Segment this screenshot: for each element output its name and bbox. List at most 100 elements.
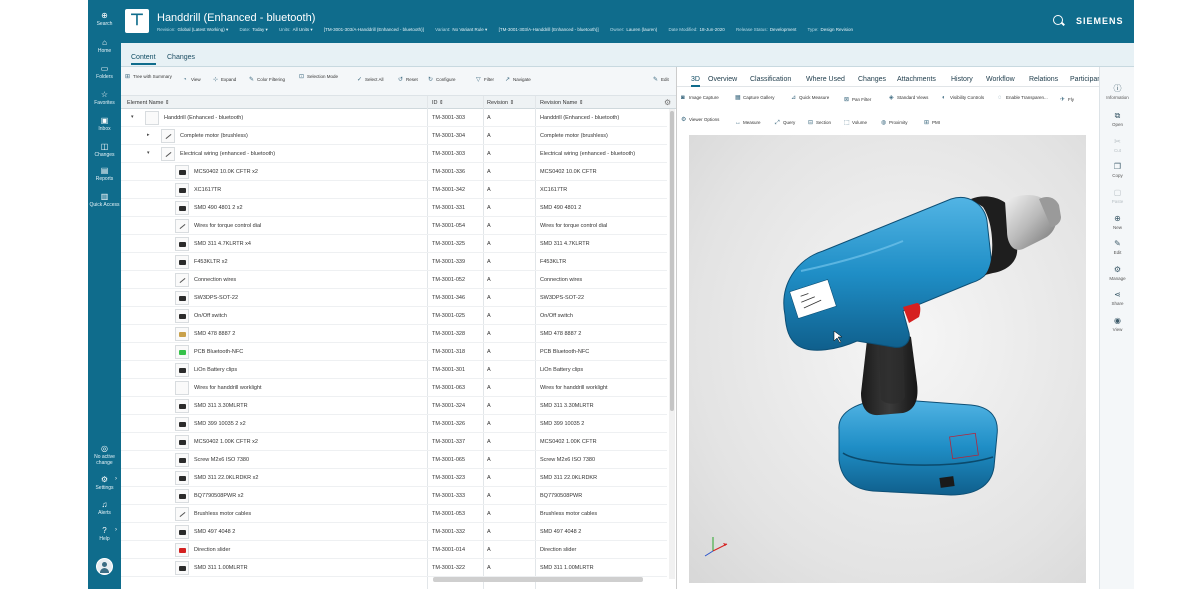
table-row[interactable]: SMD 497 4048 2 TM-3001-332 A SMD 497 4048 2: [121, 523, 667, 541]
copy-button[interactable]: ❐ Copy: [1100, 162, 1134, 178]
table-row[interactable]: Direction slider TM-3001-014 A Direction sl…: [121, 541, 667, 559]
header-revision-name[interactable]: Revision Name ⇕: [540, 100, 583, 106]
expand-toggle-icon[interactable]: ▸: [147, 132, 150, 138]
table-row[interactable]: SMD 490 4801 2 x2 TM-3001-331 A SMD 490 480…: [121, 199, 667, 217]
vertical-scrollbar[interactable]: [669, 109, 675, 579]
table-row[interactable]: PCB Bluetooth-NFC TM-3001-318 A PCB Bluetoo…: [121, 343, 667, 361]
cut-button[interactable]: ✂ Cut: [1100, 137, 1134, 153]
tab-3d[interactable]: 3D: [691, 76, 700, 87]
table-row[interactable]: Brushless motor cables TM-3001-053 A Brushl…: [121, 505, 667, 523]
settings-icon[interactable]: ⚙: [664, 98, 671, 107]
table-row[interactable]: ▾ Handdrill (Enhanced - bluetooth) TM-3001…: [121, 109, 667, 127]
table-row[interactable]: MCS0402 10.0K CFTR x2 TM-3001-336 A MCS0402…: [121, 163, 667, 181]
nav-quick-access[interactable]: ▥ Quick Access: [88, 192, 121, 208]
information-button[interactable]: ⓘ Information: [1100, 84, 1134, 100]
table-row[interactable]: Wires for torque control dial TM-3001-054…: [121, 217, 667, 235]
table-row[interactable]: SMD 311 22.0KLRDKR x2 TM-3001-323 A SMD 311…: [121, 469, 667, 487]
configure-button[interactable]: ↻ Configure: [428, 77, 456, 83]
table-row[interactable]: Wires for handdrill worklight TM-3001-063…: [121, 379, 667, 397]
standard-views-button[interactable]: ◈ Standard Views: [889, 95, 928, 101]
volume-button[interactable]: ⬚ Volume: [844, 120, 867, 126]
new-button[interactable]: ⊕ New: [1100, 214, 1134, 230]
nav-search[interactable]: ⊕ Search: [88, 11, 121, 27]
fly-button[interactable]: ✈ Fly: [1060, 97, 1074, 103]
tree-with-summary-button[interactable]: ⊞ Tree with Summary: [125, 74, 172, 80]
meta-revision[interactable]: Revision: Global (Latest Working) ▾: [157, 27, 228, 32]
table-row[interactable]: SMD 478 8887 2 TM-3001-328 A SMD 478 8887 2: [121, 325, 667, 343]
horizontal-scrollbar[interactable]: [433, 577, 643, 582]
table-row[interactable]: Screw M2x6 ISO 7380 TM-3001-065 A Screw M2x…: [121, 451, 667, 469]
table-row[interactable]: ▾ Electrical wiring (enhanced - bluetooth…: [121, 145, 667, 163]
tab-history[interactable]: History: [951, 76, 973, 83]
quick-measure-button[interactable]: ⊿ Quick Measure: [791, 95, 829, 101]
nav-inbox[interactable]: ▣ Inbox: [88, 116, 121, 132]
meta-date[interactable]: Date: Today ▾: [239, 27, 267, 32]
share-button[interactable]: ⋖ Share: [1100, 290, 1134, 306]
manage-button[interactable]: ⚙ Manage: [1100, 265, 1134, 281]
reset-button[interactable]: ↺ Reset: [398, 77, 418, 83]
query-button[interactable]: ⤢ Query: [775, 120, 795, 126]
table-row[interactable]: SMD 311 1.00MLRTR TM-3001-322 A SMD 311 1.0…: [121, 559, 667, 577]
table-row[interactable]: On/Off switch TM-3001-025 A On/Off switch: [121, 307, 667, 325]
tab-classification[interactable]: Classification: [750, 76, 791, 83]
viewer-options-button[interactable]: ⚙ Viewer Options: [681, 117, 719, 123]
meta-units[interactable]: Units: All Units ▾: [279, 27, 313, 32]
pmi-button[interactable]: ⊞ PMI: [924, 120, 940, 126]
visibility-controls-button[interactable]: ◐ Visibility Controls: [942, 95, 984, 101]
selection-mode-button[interactable]: ⊡ Selection Mode: [299, 74, 338, 80]
enable-transparency-button[interactable]: ◌ Enable Transparen...: [998, 95, 1048, 101]
tab-relations[interactable]: Relations: [1029, 76, 1058, 83]
table-row[interactable]: ▸ Complete motor (brushless) TM-3001-304 A C…: [121, 127, 667, 145]
tab-changes-detail[interactable]: Changes: [858, 76, 886, 83]
tab-content[interactable]: Content: [131, 54, 156, 65]
nav-home[interactable]: ⌂ Home: [88, 38, 121, 54]
tab-overview[interactable]: Overview: [708, 76, 737, 83]
meta-variant[interactable]: Variant: No Variant Rule ▾: [435, 27, 487, 32]
table-row[interactable]: LiOn Battery clips TM-3001-301 A LiOn Batte…: [121, 361, 667, 379]
navigate-button[interactable]: ↗ Navigate: [505, 77, 531, 83]
image-capture-button[interactable]: ◙ Image Capture: [681, 95, 719, 101]
search-icon[interactable]: [1053, 15, 1063, 25]
tab-changes[interactable]: Changes: [167, 54, 195, 61]
header-element-name[interactable]: Element Name ⇕: [127, 100, 170, 106]
nav-no-active-change[interactable]: ◎ No active change: [88, 444, 121, 466]
table-row[interactable]: SMD 311 4.7KLRTR x4 TM-3001-325 A SMD 311 4…: [121, 235, 667, 253]
nav-favorites[interactable]: ☆ Favorites: [88, 90, 121, 106]
table-row[interactable]: SW3DPS-SOT-22 TM-3001-346 A SW3DPS-SOT-22: [121, 289, 667, 307]
table-row[interactable]: F453KLTR x2 TM-3001-339 A F453KLTR: [121, 253, 667, 271]
capture-gallery-button[interactable]: ▦ Capture Gallery: [735, 95, 775, 101]
nav-changes[interactable]: ◫ Changes: [88, 142, 121, 158]
proximity-button[interactable]: ◍ Proximity: [881, 120, 908, 126]
expand-toggle-icon[interactable]: ▾: [147, 150, 150, 156]
tab-attachments[interactable]: Attachments: [897, 76, 936, 83]
header-revision[interactable]: Revision ⇕: [487, 100, 514, 106]
expand-toggle-icon[interactable]: ▾: [131, 114, 134, 120]
table-row[interactable]: BQ7790508PWR x2 TM-3001-333 A BQ7790508PWR: [121, 487, 667, 505]
expand-button[interactable]: ⊹ Expand: [213, 77, 236, 83]
paste-button[interactable]: ▢ Paste: [1100, 188, 1134, 204]
filter-button[interactable]: ▽ Filter: [476, 77, 494, 83]
edit-button[interactable]: ✎ Edit: [653, 77, 669, 83]
view-action-button[interactable]: ◉ View: [1100, 316, 1134, 332]
nav-reports[interactable]: ▤ Reports: [88, 166, 121, 182]
select-all-button[interactable]: ✓ Select All: [357, 77, 384, 83]
table-row[interactable]: SMD 311 3.30MLRTR TM-3001-324 A SMD 311 3.3…: [121, 397, 667, 415]
scrollbar-thumb[interactable]: [670, 111, 674, 411]
header-id[interactable]: ID ⇕: [432, 100, 444, 106]
open-button[interactable]: ⧉ Open: [1100, 111, 1134, 127]
nav-folders[interactable]: ▭ Folders: [88, 64, 121, 80]
tab-where-used[interactable]: Where Used: [806, 76, 845, 83]
table-row[interactable]: SMD 399 10035 2 x2 TM-3001-326 A SMD 399 10…: [121, 415, 667, 433]
section-button[interactable]: ⊟ Section: [808, 120, 831, 126]
tab-workflow[interactable]: Workflow: [986, 76, 1015, 83]
table-row[interactable]: XC1617TR TM-3001-342 A XC1617TR: [121, 181, 667, 199]
table-row[interactable]: MCS0402 1.00K CFTR x2 TM-3001-337 A MCS0402…: [121, 433, 667, 451]
edit-action-button[interactable]: ✎ Edit: [1100, 239, 1134, 255]
view-button[interactable]: ◔ View: [183, 77, 201, 83]
table-row[interactable]: Connection wires TM-3001-052 A Connection w…: [121, 271, 667, 289]
pan-filter-button[interactable]: ⊠ Pan Filter: [844, 97, 871, 103]
color-filtering-button[interactable]: ✎ Color Filtering: [249, 77, 285, 83]
nav-alerts[interactable]: ♫ Alerts: [88, 500, 121, 516]
user-avatar[interactable]: [96, 558, 113, 575]
3d-viewer[interactable]: [689, 135, 1086, 583]
